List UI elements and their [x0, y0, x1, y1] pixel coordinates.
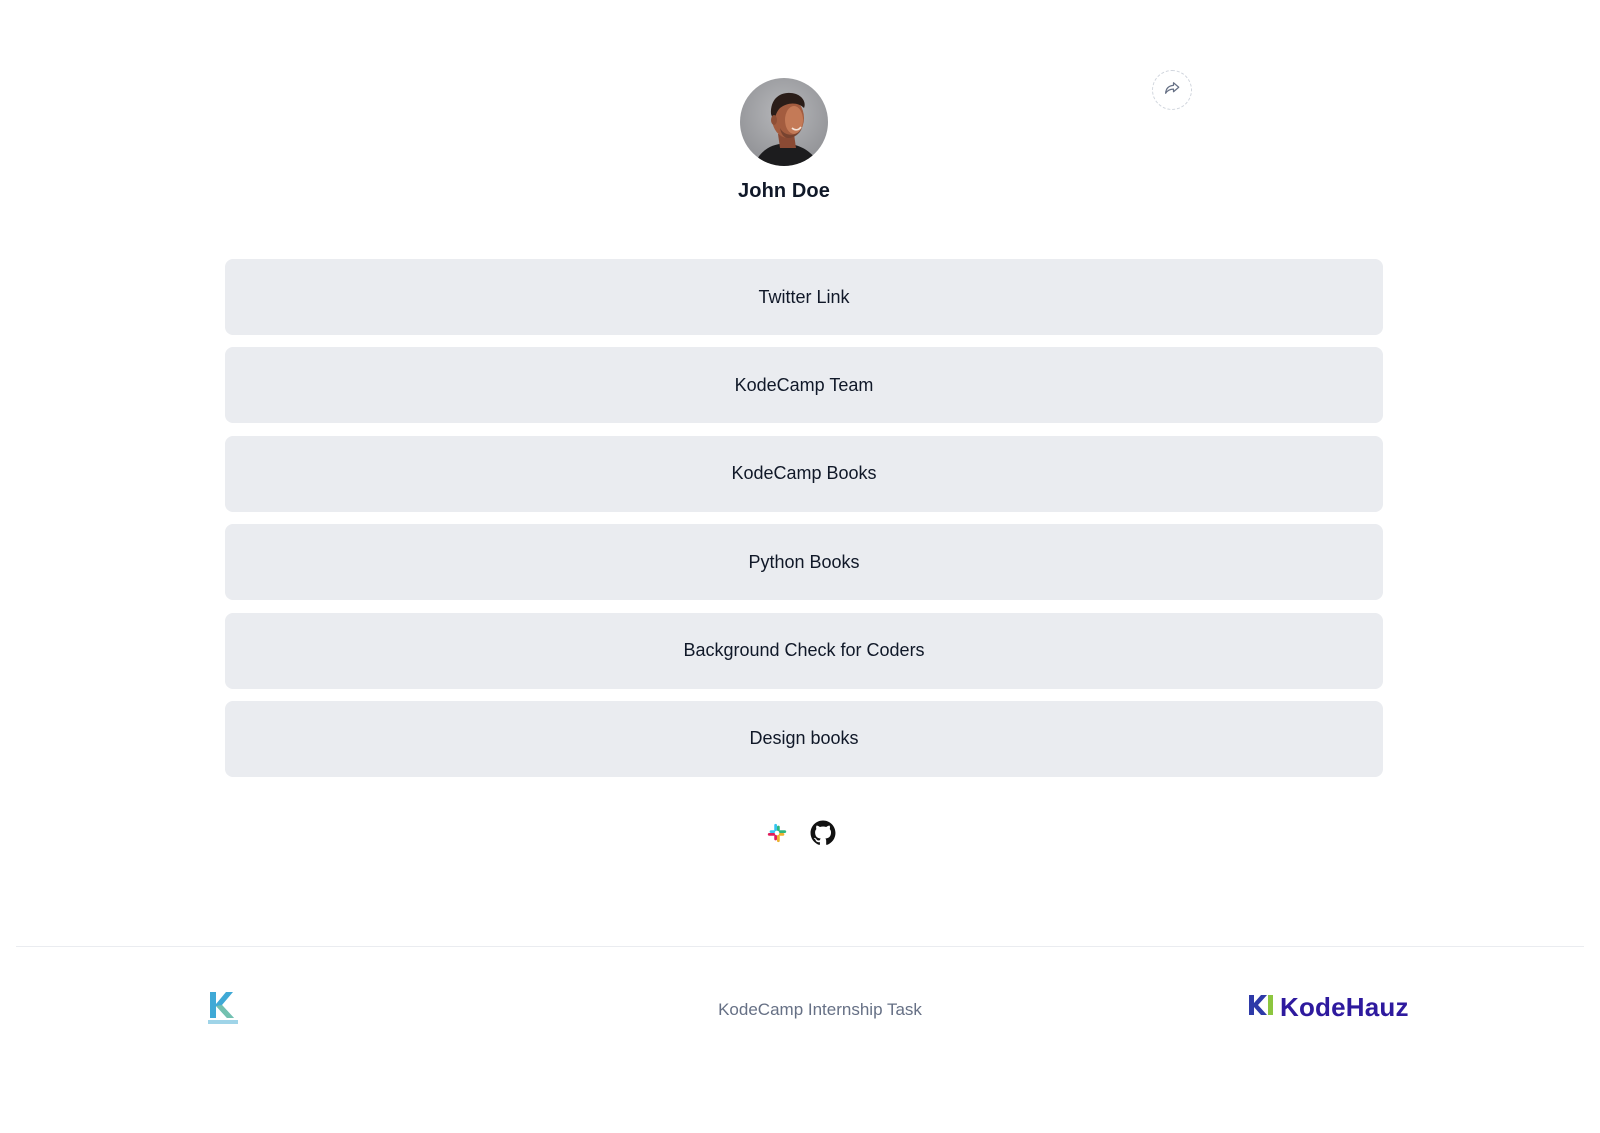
footer-divider: [16, 946, 1584, 947]
link-twitter[interactable]: Twitter Link: [225, 259, 1383, 335]
link-background-check[interactable]: Background Check for Coders: [225, 612, 1383, 689]
kodehauz-logo: KodeHauz: [1248, 992, 1409, 1023]
avatar: [740, 78, 828, 166]
github-icon[interactable]: [810, 820, 836, 846]
link-kodecamp-team[interactable]: KodeCamp Team: [225, 347, 1383, 424]
link-kodecamp-books[interactable]: KodeCamp Books: [225, 435, 1383, 512]
link-design-books[interactable]: Design books: [225, 700, 1383, 777]
profile-section: John Doe: [0, 78, 1568, 203]
link-python-books[interactable]: Python Books: [225, 524, 1383, 601]
social-icons: [0, 820, 1600, 846]
kodehauz-wordmark: KodeHauz: [1280, 992, 1409, 1022]
share-button[interactable]: [1152, 70, 1192, 110]
links-list: Twitter Link KodeCamp Team KodeCamp Book…: [225, 259, 1383, 789]
slack-icon[interactable]: [764, 820, 790, 846]
profile-name: John Doe: [738, 180, 830, 202]
share-arrow-icon: [1163, 79, 1181, 102]
kodehauz-mark-icon: [1248, 993, 1274, 1022]
page: John Doe Twitter Link KodeCamp Team Kode…: [0, 0, 1600, 1133]
